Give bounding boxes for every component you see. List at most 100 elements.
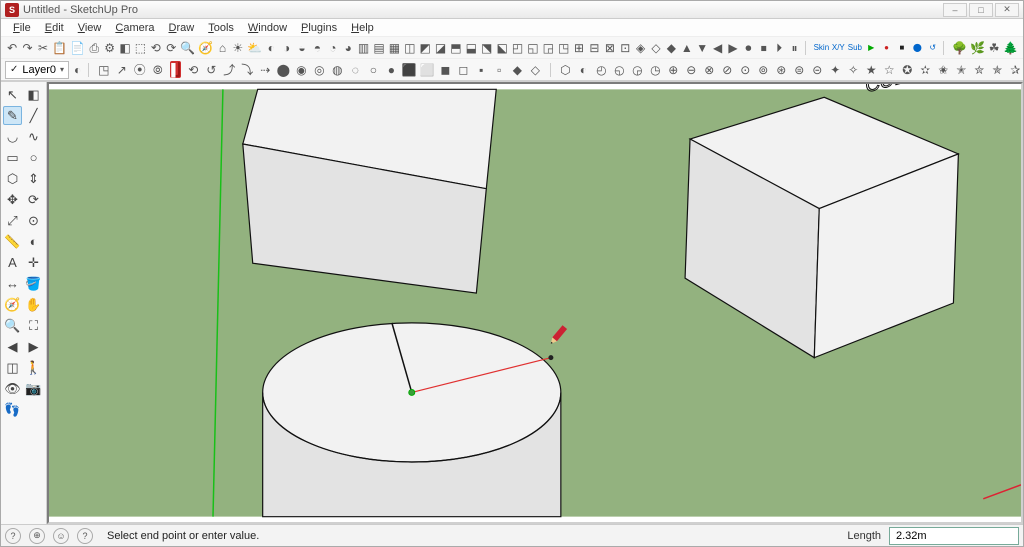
tb1-btn-17[interactable]: ◑: [279, 39, 293, 56]
menu-window[interactable]: Window: [242, 20, 293, 36]
menu-camera[interactable]: Camera: [109, 20, 160, 36]
tool-walk[interactable]: 🚶: [24, 358, 43, 377]
tb2c-btn-0[interactable]: ⬡: [557, 61, 574, 78]
menu-file[interactable]: File: [7, 20, 37, 36]
tool-protractor[interactable]: ◐: [24, 232, 43, 251]
tb2c-btn-13[interactable]: ⊜: [791, 61, 808, 78]
tb1-btn-35[interactable]: ◳: [556, 39, 570, 56]
tool-section[interactable]: ◫: [3, 358, 22, 377]
menu-draw[interactable]: Draw: [163, 20, 201, 36]
minimize-button[interactable]: –: [943, 3, 967, 17]
tb1-btn-5[interactable]: ⎙: [87, 39, 101, 56]
tb2c-btn-6[interactable]: ⊕: [665, 61, 682, 78]
tb2c-btn-15[interactable]: ✦: [827, 61, 844, 78]
tb2b-btn-14[interactable]: ◼: [437, 61, 454, 78]
menu-view[interactable]: View: [72, 20, 108, 36]
tb1-btn-37[interactable]: ⊟: [587, 39, 601, 56]
tool-zoom[interactable]: 🔍: [3, 316, 22, 335]
tb2c-btn-1[interactable]: ◐: [575, 61, 592, 78]
tb1-btn-22[interactable]: ▥: [356, 39, 370, 56]
tb1-btn-20[interactable]: ◔: [326, 39, 340, 56]
tb1-btn-29[interactable]: ⬓: [464, 39, 478, 56]
tb1-btn-21[interactable]: ◕: [341, 39, 355, 56]
tool-zoomext[interactable]: ⛶: [24, 316, 43, 335]
tb2b-btn-9[interactable]: ◌: [347, 61, 364, 78]
tb1b-btn-1[interactable]: X/Y: [831, 39, 846, 56]
info-icon[interactable]: ?: [77, 528, 93, 544]
tool-circle[interactable]: ○: [24, 148, 43, 167]
tb1-btn-7[interactable]: ◧: [118, 39, 132, 56]
tb1b-btn-5[interactable]: ■: [895, 39, 909, 56]
maximize-button[interactable]: □: [969, 3, 993, 17]
tb1-btn-13[interactable]: ⌂: [215, 39, 229, 56]
tb1-btn-12[interactable]: 🧭: [197, 39, 214, 56]
tb1-btn-48[interactable]: ⏹: [757, 39, 771, 56]
tb2b-btn-12[interactable]: ⬛: [401, 61, 418, 78]
plant-btn-1[interactable]: 🌿: [969, 39, 986, 56]
tb2c-btn-22[interactable]: ✭: [953, 61, 970, 78]
menu-plugins[interactable]: Plugins: [295, 20, 343, 36]
tb1-btn-44[interactable]: ▼: [695, 39, 709, 56]
tb2b-btn-1[interactable]: ↺: [203, 61, 220, 78]
tb2c-btn-2[interactable]: ◴: [593, 61, 610, 78]
close-button[interactable]: ✕: [995, 3, 1019, 17]
tb1-btn-26[interactable]: ◩: [418, 39, 432, 56]
tb2c-btn-3[interactable]: ◵: [611, 61, 628, 78]
tb1-btn-36[interactable]: ⊞: [572, 39, 586, 56]
tool-move[interactable]: ✥: [3, 190, 22, 209]
tb2c-btn-23[interactable]: ✮: [971, 61, 988, 78]
tb2c-btn-18[interactable]: ☆: [881, 61, 898, 78]
user-icon[interactable]: ☺: [53, 528, 69, 544]
tb1-btn-30[interactable]: ⬔: [480, 39, 494, 56]
tb2c-btn-19[interactable]: ✪: [899, 61, 916, 78]
tb1-btn-50[interactable]: ⏸: [787, 39, 801, 56]
tool-prev[interactable]: ◀: [3, 337, 22, 356]
tb2b-btn-19[interactable]: ◇: [527, 61, 544, 78]
tb2c-btn-16[interactable]: ✧: [845, 61, 862, 78]
tb2b-btn-0[interactable]: ⟲: [185, 61, 202, 78]
viewport[interactable]: CUBE: [47, 82, 1023, 524]
tool-pushpull[interactable]: ⇕: [24, 169, 43, 188]
tb1b-btn-7[interactable]: ↺: [926, 39, 940, 56]
tb2c-btn-5[interactable]: ◷: [647, 61, 664, 78]
tb1-btn-40[interactable]: ◈: [633, 39, 647, 56]
tb2b-btn-15[interactable]: ◻: [455, 61, 472, 78]
tb2b-btn-6[interactable]: ◉: [293, 61, 310, 78]
tb1-btn-33[interactable]: ◱: [526, 39, 540, 56]
tb2a-btn-3[interactable]: ⦾: [149, 61, 166, 78]
tb2b-btn-17[interactable]: ▫: [491, 61, 508, 78]
tb1-btn-32[interactable]: ◰: [510, 39, 524, 56]
tb2c-btn-12[interactable]: ⊛: [773, 61, 790, 78]
tool-line[interactable]: ╱: [24, 106, 43, 125]
tb2b-btn-10[interactable]: ○: [365, 61, 382, 78]
tool-offset[interactable]: ⊙: [24, 211, 43, 230]
plant-btn-2[interactable]: ☘: [987, 39, 1001, 56]
tool-orbit[interactable]: 🧭: [3, 295, 22, 314]
layer-color-icon[interactable]: ◐: [73, 61, 82, 78]
tb1-btn-2[interactable]: ✂: [36, 39, 50, 56]
plant-btn-0[interactable]: 🌳: [951, 39, 968, 56]
tool-position[interactable]: 📷: [24, 379, 43, 398]
length-input[interactable]: 2.32m: [889, 527, 1019, 545]
tb2c-btn-10[interactable]: ⊙: [737, 61, 754, 78]
tb2c-btn-17[interactable]: ★: [863, 61, 880, 78]
tb2c-btn-7[interactable]: ⊖: [683, 61, 700, 78]
menu-tools[interactable]: Tools: [202, 20, 240, 36]
tb1-btn-23[interactable]: ▤: [372, 39, 386, 56]
layer-dropdown[interactable]: ✓ Layer0 ▾: [5, 61, 69, 79]
tb2b-btn-7[interactable]: ◎: [311, 61, 328, 78]
tool-dimension[interactable]: ↔: [3, 274, 22, 293]
tb2a-btn-2[interactable]: ⦿: [131, 61, 148, 78]
tb1b-btn-0[interactable]: Skin: [813, 39, 830, 56]
tb1-btn-38[interactable]: ⊠: [603, 39, 617, 56]
tb2b-btn-3[interactable]: ⤵: [239, 61, 256, 78]
tool-polygon[interactable]: ⬡: [3, 169, 22, 188]
tb2c-btn-24[interactable]: ✯: [989, 61, 1006, 78]
menu-help[interactable]: Help: [345, 20, 380, 36]
tb2b-btn-11[interactable]: ●: [383, 61, 400, 78]
geo-icon[interactable]: ⊕: [29, 528, 45, 544]
tb2a-btn-1[interactable]: ↗: [113, 61, 130, 78]
tb1-btn-41[interactable]: ◇: [649, 39, 663, 56]
tb2c-btn-11[interactable]: ⊚: [755, 61, 772, 78]
help-icon[interactable]: ?: [5, 528, 21, 544]
